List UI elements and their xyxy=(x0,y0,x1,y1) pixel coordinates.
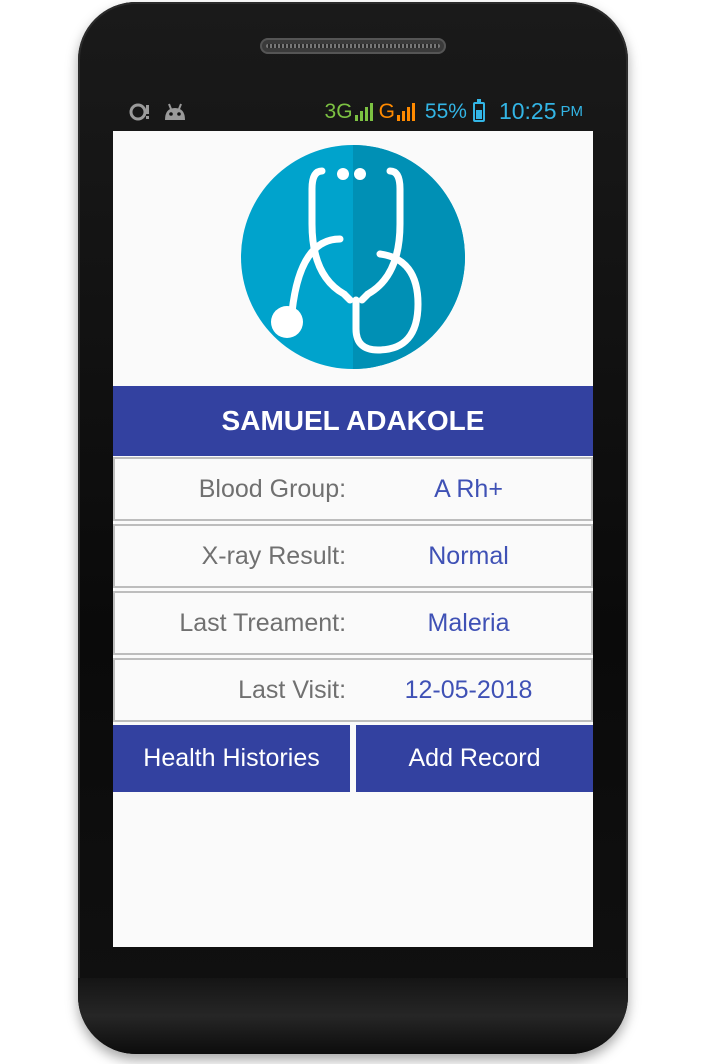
detail-row-last-visit: Last Visit: 12-05-2018 xyxy=(113,658,593,722)
patient-name: SAMUEL ADAKOLE xyxy=(113,386,593,456)
detail-value: Normal xyxy=(428,541,509,570)
battery-percent: 55% xyxy=(424,99,467,123)
battery-icon xyxy=(472,98,485,122)
detail-value: 12-05-2018 xyxy=(404,675,533,704)
patient-details: Blood Group: A Rh+ X-ray Result: Normal … xyxy=(113,457,593,725)
notification-icon xyxy=(129,102,151,128)
action-bar: Health Histories Add Record xyxy=(113,725,593,792)
phone-bottom-bezel xyxy=(78,978,628,1054)
phone-speaker xyxy=(260,38,446,54)
signal-3g-icon xyxy=(354,102,373,121)
app-screen: SAMUEL ADAKOLE Blood Group: A Rh+ X-ray … xyxy=(113,131,593,947)
detail-label: Last Treament: xyxy=(179,608,347,637)
clock: 10:25 xyxy=(498,98,557,124)
detail-value: Maleria xyxy=(427,608,510,637)
network-3g-label: 3G xyxy=(324,99,353,123)
detail-value: A Rh+ xyxy=(434,474,503,503)
detail-label: Blood Group: xyxy=(198,474,347,503)
detail-label: Last Visit: xyxy=(238,675,347,704)
detail-row-xray-result: X-ray Result: Normal xyxy=(113,524,593,588)
detail-label: X-ray Result: xyxy=(201,541,347,570)
network-g-label: G xyxy=(378,99,395,123)
detail-row-blood-group: Blood Group: A Rh+ xyxy=(113,457,593,521)
detail-row-last-treatment: Last Treament: Maleria xyxy=(113,591,593,655)
clock-ampm: PM xyxy=(560,103,584,120)
android-debug-icon xyxy=(163,102,187,128)
status-bar: 3G G 55% 10:25 PM xyxy=(113,96,593,130)
signal-g-icon xyxy=(396,102,415,121)
stethoscope-icon xyxy=(240,144,466,370)
health-histories-button[interactable]: Health Histories xyxy=(113,725,350,792)
add-record-button[interactable]: Add Record xyxy=(356,725,593,792)
